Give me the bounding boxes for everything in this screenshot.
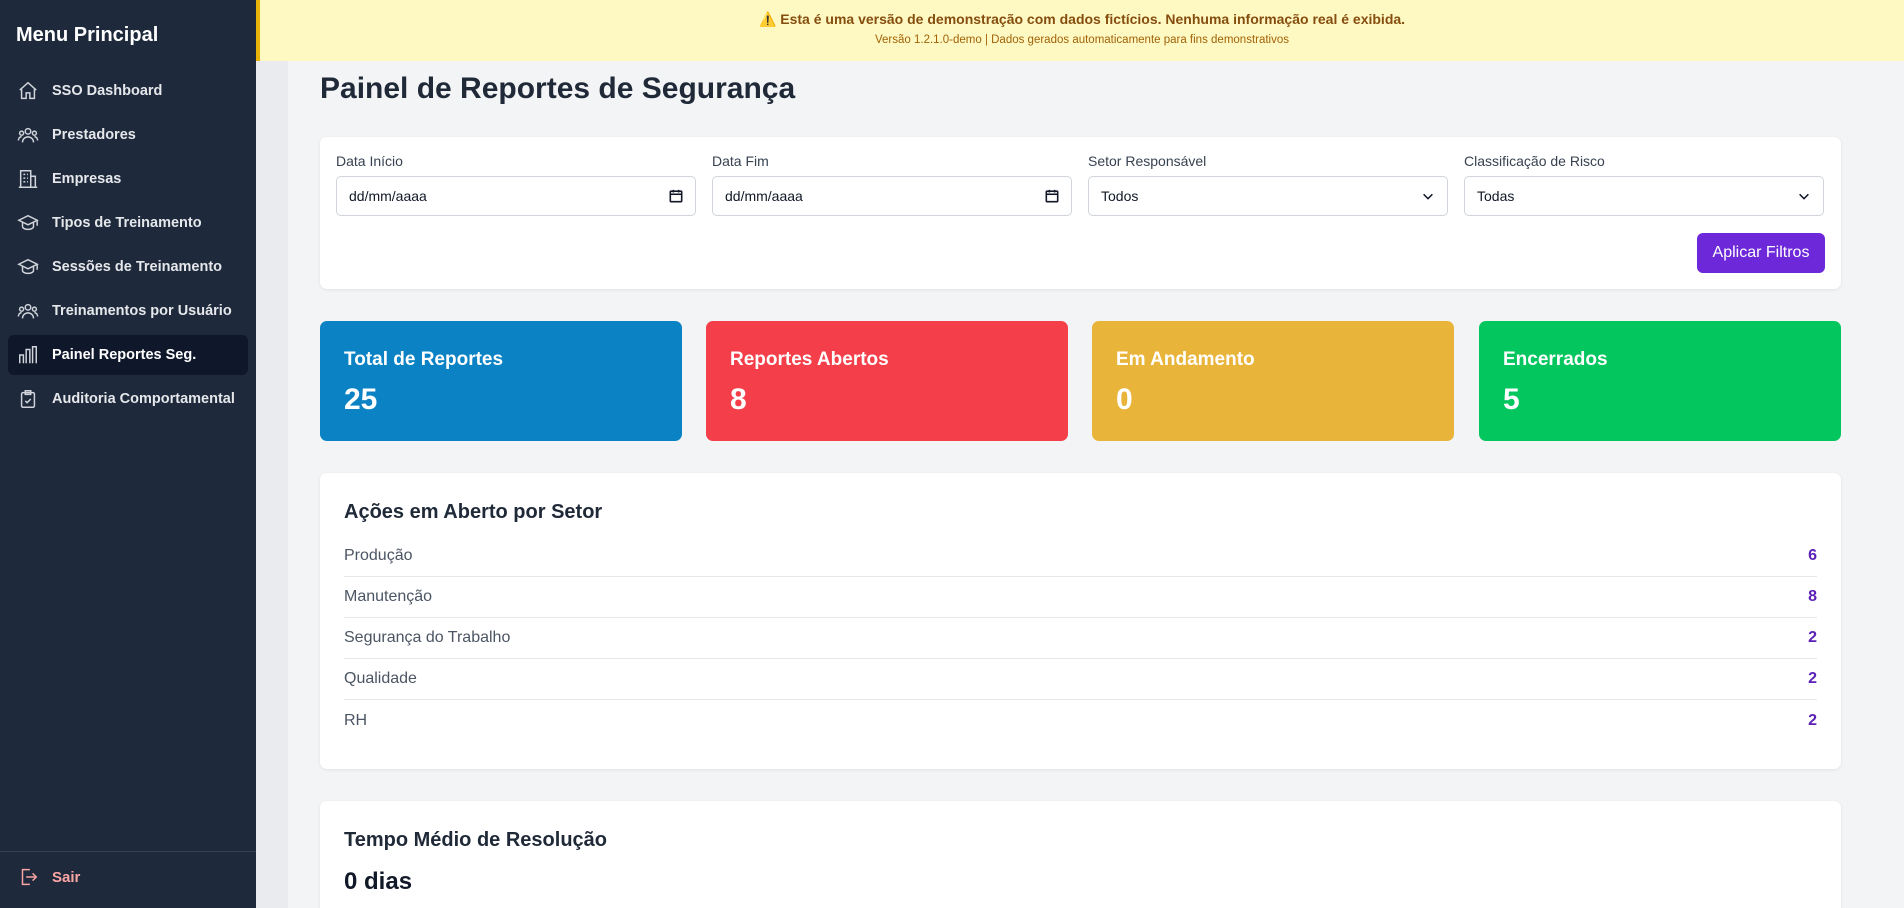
calendar-icon[interactable] xyxy=(669,189,683,203)
stat-value: 5 xyxy=(1503,383,1520,416)
sector-select[interactable]: Todos xyxy=(1088,176,1448,216)
sidebar-item-auditoria-comportamental[interactable]: Auditoria Comportamental xyxy=(8,379,248,419)
sector-count: 2 xyxy=(1808,670,1817,687)
building-icon xyxy=(17,168,39,190)
sector-name: Qualidade xyxy=(344,670,417,687)
filters-card: Data Início dd/mm/aaaa Data Fim dd/mm/aa… xyxy=(320,137,1841,289)
sector-filter-label: Setor Responsável xyxy=(1088,153,1207,169)
demo-warning-text: ⚠️ Esta é uma versão de demonstração com… xyxy=(758,11,1406,27)
graduation-cap-icon xyxy=(17,212,39,234)
sidebar-item-painel-reportes[interactable]: Painel Reportes Seg. xyxy=(8,335,248,375)
sidebar-item-prestadores[interactable]: Prestadores xyxy=(8,115,248,155)
users-icon xyxy=(17,300,39,322)
stat-label: Total de Reportes xyxy=(344,349,504,370)
stat-label: Reportes Abertos xyxy=(730,349,889,370)
sector-name: RH xyxy=(344,711,368,729)
sidebar-item-label: Sessões de Treinamento xyxy=(52,259,223,275)
sector-name: Manutenção xyxy=(344,588,433,605)
home-icon xyxy=(17,80,39,102)
card-title: Ações em Aberto por Setor xyxy=(344,501,603,523)
stat-value: 25 xyxy=(344,383,378,416)
start-date-label: Data Início xyxy=(336,153,403,169)
end-date-input[interactable]: dd/mm/aaaa xyxy=(712,176,1072,216)
card-title: Tempo Médio de Resolução xyxy=(344,829,607,851)
stat-card-closed: Encerrados 5 xyxy=(1479,321,1841,441)
stat-value: 0 xyxy=(1116,383,1133,416)
chevron-down-icon xyxy=(1799,193,1809,200)
sector-count: 8 xyxy=(1808,588,1817,605)
sidebar-item-sessoes-de-treinamento[interactable]: Sessões de Treinamento xyxy=(8,247,248,287)
demo-version-text: Versão 1.2.1.0-demo | Dados gerados auto… xyxy=(874,34,1290,46)
sidebar-nav: SSO Dashboard Prestadores Empresas Tipos… xyxy=(8,71,248,423)
sidebar-item-label: Prestadores xyxy=(52,127,136,143)
sidebar-item-tipos-de-treinamento[interactable]: Tipos de Treinamento xyxy=(8,203,248,243)
sector-count: 2 xyxy=(1808,711,1817,729)
end-date-value: dd/mm/aaaa xyxy=(725,188,803,204)
end-date-field: Data Fim dd/mm/aaaa xyxy=(712,153,1072,216)
stat-label: Encerrados xyxy=(1503,349,1608,370)
stat-value: 8 xyxy=(730,383,747,416)
bar-chart-icon xyxy=(17,344,39,366)
list-item: Segurança do Trabalho 2 xyxy=(344,618,1817,659)
sector-list: Produção 6 Manutenção 8 Segurança do Tra… xyxy=(344,536,1817,741)
stats-row: Total de Reportes 25 Reportes Abertos 8 … xyxy=(320,321,1841,441)
list-item: Manutenção 8 xyxy=(344,577,1817,618)
sector-filter-field: Setor Responsável Todos xyxy=(1088,153,1448,216)
sector-select-value: Todos xyxy=(1101,188,1139,204)
clipboard-check-icon xyxy=(17,388,39,410)
apply-filters-button[interactable]: Aplicar Filtros xyxy=(1697,233,1825,273)
start-date-value: dd/mm/aaaa xyxy=(349,188,427,204)
list-item: Produção 6 xyxy=(344,536,1817,577)
list-item: Qualidade 2 xyxy=(344,659,1817,700)
open-actions-by-sector-card: Ações em Aberto por Setor Produção 6 Man… xyxy=(320,473,1841,769)
calendar-icon[interactable] xyxy=(1045,189,1059,203)
sidebar-item-label: Empresas xyxy=(52,171,122,187)
graduation-cap-icon xyxy=(17,256,39,278)
logout-button[interactable]: Sair xyxy=(17,866,80,888)
risk-select-value: Todas xyxy=(1477,188,1515,204)
end-date-label: Data Fim xyxy=(712,153,769,169)
sidebar-item-treinamentos-por-usuario[interactable]: Treinamentos por Usuário xyxy=(8,291,248,331)
page-title: Painel de Reportes de Segurança xyxy=(320,72,796,105)
sidebar-item-label: Treinamentos por Usuário xyxy=(52,303,232,319)
logout-icon xyxy=(21,868,38,886)
sidebar-item-label: Tipos de Treinamento xyxy=(52,215,202,231)
stat-card-open: Reportes Abertos 8 xyxy=(706,321,1068,441)
sidebar: Menu Principal SSO Dashboard Prestadores… xyxy=(0,0,256,908)
sidebar-item-empresas[interactable]: Empresas xyxy=(8,159,248,199)
demo-banner: ⚠️ Esta é uma versão de demonstração com… xyxy=(256,0,1904,61)
menu-title: Menu Principal xyxy=(16,24,159,46)
sector-name: Segurança do Trabalho xyxy=(344,629,511,646)
avg-resolution-value: 0 dias xyxy=(344,868,413,895)
risk-filter-label: Classificação de Risco xyxy=(1464,153,1605,169)
sidebar-item-label: SSO Dashboard xyxy=(52,83,163,99)
start-date-field: Data Início dd/mm/aaaa xyxy=(336,153,696,216)
main-content: Painel de Reportes de Segurança Data Iní… xyxy=(288,61,1904,908)
chevron-down-icon xyxy=(1423,193,1433,200)
sector-name: Produção xyxy=(344,547,413,564)
start-date-input[interactable]: dd/mm/aaaa xyxy=(336,176,696,216)
sector-count: 6 xyxy=(1808,547,1817,564)
stat-label: Em Andamento xyxy=(1116,349,1255,370)
sidebar-footer: Sair xyxy=(0,851,256,908)
sidebar-item-label: Auditoria Comportamental xyxy=(52,391,235,407)
logout-label: Sair xyxy=(52,868,81,886)
sidebar-item-label: Painel Reportes Seg. xyxy=(52,347,197,363)
sector-count: 2 xyxy=(1808,629,1817,646)
sidebar-item-sso-dashboard[interactable]: SSO Dashboard xyxy=(8,71,248,111)
stat-card-in-progress: Em Andamento 0 xyxy=(1092,321,1454,441)
risk-select[interactable]: Todas xyxy=(1464,176,1824,216)
risk-filter-field: Classificação de Risco Todas xyxy=(1464,153,1824,216)
stat-card-total: Total de Reportes 25 xyxy=(320,321,682,441)
users-icon xyxy=(17,124,39,146)
avg-resolution-time-card: Tempo Médio de Resolução 0 dias xyxy=(320,801,1841,908)
list-item: RH 2 xyxy=(344,700,1817,741)
